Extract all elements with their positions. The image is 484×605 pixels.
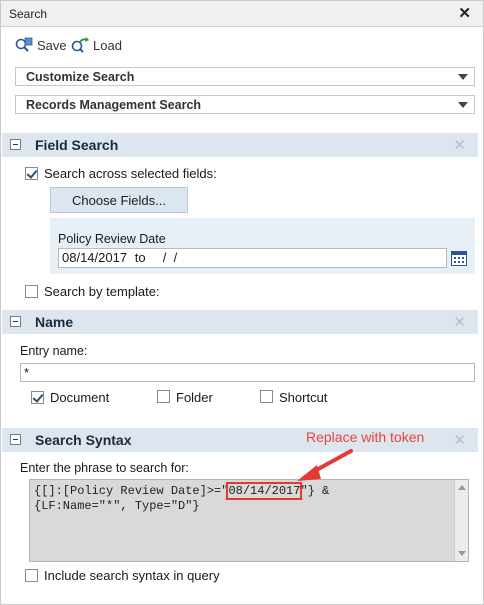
shortcut-checkbox[interactable]: [260, 390, 273, 403]
search-by-template-checkbox[interactable]: [25, 285, 38, 298]
save-label: Save: [37, 37, 67, 53]
records-management-dropdown[interactable]: Records Management Search: [15, 95, 475, 114]
shortcut-label: Shortcut: [279, 390, 328, 405]
field-search-header[interactable]: Field Search ✕: [2, 133, 478, 157]
load-label: Load: [93, 37, 122, 53]
search-across-fields-label: Search across selected fields:: [44, 166, 217, 181]
textarea-scrollbar[interactable]: [454, 480, 468, 561]
close-icon[interactable]: ✕: [458, 4, 471, 22]
syntax-line1-prefix: {[]:[Policy Review Date]>=": [34, 484, 229, 498]
entry-name-input[interactable]: *: [20, 363, 475, 382]
syntax-line1-suffix: "} &: [300, 484, 330, 498]
remove-section-icon[interactable]: ✕: [453, 431, 466, 449]
chevron-down-icon: [458, 102, 468, 108]
search-panel: Search ✕ Save Load Customize Search Reco…: [0, 0, 484, 605]
collapse-icon[interactable]: [10, 316, 21, 327]
folder-label: Folder: [176, 390, 213, 405]
annotation-text: Replace with token: [306, 429, 425, 445]
customize-search-dropdown[interactable]: Customize Search: [15, 67, 475, 86]
customize-search-label: Customize Search: [26, 70, 135, 84]
search-syntax-title: Search Syntax: [35, 432, 132, 448]
collapse-icon[interactable]: [10, 434, 21, 445]
remove-section-icon[interactable]: ✕: [453, 313, 466, 331]
remove-section-icon[interactable]: ✕: [453, 136, 466, 154]
collapse-icon[interactable]: [10, 139, 21, 150]
save-button[interactable]: Save: [15, 36, 67, 54]
document-checkbox[interactable]: [31, 391, 44, 404]
choose-fields-button[interactable]: Choose Fields...: [50, 187, 188, 213]
title-bar: Search ✕: [1, 1, 483, 27]
records-management-label: Records Management Search: [26, 98, 202, 112]
folder-checkbox[interactable]: [157, 390, 170, 403]
policy-review-date-label: Policy Review Date: [58, 232, 166, 246]
scroll-down-icon[interactable]: [458, 551, 466, 556]
name-title: Name: [35, 314, 74, 330]
date-token-highlight: 08/14/2017: [226, 482, 303, 500]
search-syntax-textarea[interactable]: {[]:[Policy Review Date]>="08/14/2017"} …: [29, 479, 469, 562]
syntax-line2: {LF:Name="*", Type="D"}: [34, 499, 200, 513]
calendar-icon[interactable]: [451, 250, 467, 266]
save-icon: [15, 37, 33, 52]
field-search-title: Field Search: [35, 137, 119, 153]
load-icon: [71, 37, 89, 53]
date-to-value: / /: [159, 250, 178, 265]
search-phrase-label: Enter the phrase to search for:: [20, 461, 189, 475]
window-title: Search: [9, 7, 48, 21]
load-button[interactable]: Load: [71, 36, 122, 54]
entry-name-label: Entry name:: [20, 344, 88, 358]
search-across-fields-checkbox[interactable]: [25, 167, 38, 180]
search-by-template-label: Search by template:: [44, 284, 160, 299]
chevron-down-icon: [458, 74, 468, 80]
include-syntax-checkbox[interactable]: [25, 569, 38, 582]
date-to-label: to: [134, 250, 146, 265]
name-header[interactable]: Name ✕: [2, 310, 478, 334]
scroll-up-icon[interactable]: [458, 485, 466, 490]
document-label: Document: [50, 390, 110, 405]
date-range-input[interactable]: 08/14/2017 to / /: [58, 248, 447, 268]
annotation-arrow-icon: [297, 449, 353, 481]
include-syntax-label: Include search syntax in query: [44, 568, 220, 583]
date-from-value: 08/14/2017: [62, 250, 128, 265]
